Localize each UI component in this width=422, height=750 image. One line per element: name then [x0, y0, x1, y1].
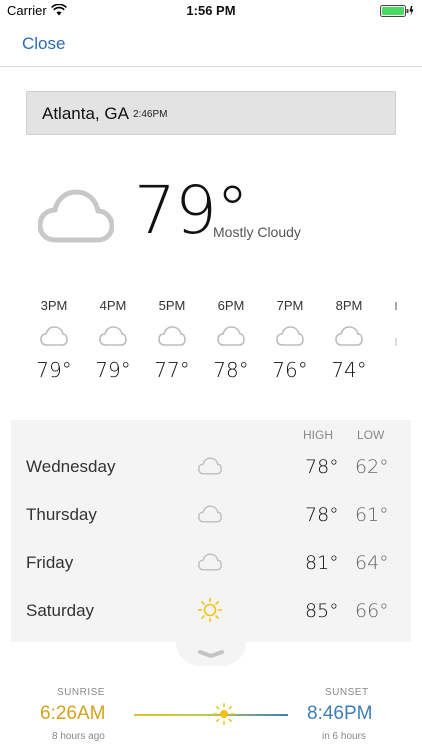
day-low: 66°: [355, 600, 389, 622]
hourly-overflow-indicator: [395, 338, 397, 346]
cloud-icon: [197, 456, 223, 481]
nav-bar: Close: [0, 22, 422, 67]
sun-icon: [197, 597, 223, 628]
location-time: 2:46PM: [133, 109, 168, 120]
location-name: Atlanta, GA: [42, 104, 129, 123]
hour-temperature: 77°: [154, 358, 190, 382]
daily-forecast-panel: HIGH LOW Wednesday 78° 62° Thursday 78° …: [11, 420, 411, 642]
hour-time: 4PM: [99, 298, 127, 313]
day-name: Friday: [26, 553, 74, 572]
day-high: 85°: [305, 600, 339, 622]
chevron-down-icon: [198, 646, 224, 664]
hourly-item: 8PM 74°: [321, 298, 377, 382]
location-header: Atlanta, GA 2:46PM: [26, 91, 396, 135]
cloud-icon: [85, 325, 141, 347]
hourly-forecast[interactable]: 3PM 79° 4PM 79° 5PM 77° 6PM 78° 7PM 76° …: [0, 298, 422, 398]
forecast-row: Wednesday 78° 62°: [11, 442, 411, 488]
close-button[interactable]: Close: [22, 34, 65, 54]
hourly-item: 4PM 79°: [85, 298, 141, 382]
battery-icon: [380, 5, 414, 20]
hour-time: 6PM: [217, 298, 245, 313]
day-high: 78°: [305, 504, 339, 526]
hour-temperature: 79°: [95, 358, 131, 382]
hour-time: 8PM: [335, 298, 363, 313]
day-name: Thursday: [26, 505, 97, 524]
cloud-icon: [203, 325, 259, 347]
sunrise-relative: 8 hours ago: [52, 731, 105, 742]
sunrise-label: SUNRISE: [57, 687, 105, 698]
sunset-time: 8:46PM: [307, 703, 373, 724]
sunset-label: SUNSET: [325, 687, 369, 698]
daylight-progress-line: [134, 714, 288, 716]
hourly-item: 5PM 77°: [144, 298, 200, 382]
forecast-row: Saturday 85° 66°: [11, 586, 411, 632]
hourly-item: 6PM 78°: [203, 298, 259, 382]
cloud-icon: [144, 325, 200, 347]
hour-temperature: 74°: [331, 358, 367, 382]
hour-time: 5PM: [158, 298, 186, 313]
day-high: 78°: [305, 456, 339, 478]
collapse-forecast-button[interactable]: [176, 642, 246, 666]
sunrise-time: 6:26AM: [40, 703, 106, 724]
day-name: Saturday: [26, 601, 95, 620]
hour-temperature: 78°: [213, 358, 249, 382]
cloud-icon: [197, 504, 223, 529]
hour-time: 7PM: [276, 298, 304, 313]
hour-temperature: 76°: [272, 358, 308, 382]
hourly-item: 7PM 76°: [262, 298, 318, 382]
cloud-icon: [26, 325, 82, 347]
forecast-row: Thursday 78° 61°: [11, 490, 411, 536]
current-condition: Mostly Cloudy: [213, 224, 301, 240]
day-low: 61°: [355, 504, 389, 526]
status-bar: Carrier 1:56 PM: [0, 0, 422, 22]
hour-temperature: 79°: [36, 358, 72, 382]
cloud-icon: [197, 552, 223, 577]
status-time: 1:56 PM: [186, 3, 236, 18]
hourly-item: 3PM 79°: [26, 298, 82, 382]
low-column-header: LOW: [357, 428, 385, 442]
hour-time: 3PM: [40, 298, 68, 313]
high-column-header: HIGH: [303, 428, 333, 442]
day-low: 64°: [355, 552, 389, 574]
day-high: 81°: [305, 552, 339, 574]
hourly-overflow-indicator: [395, 302, 397, 310]
day-low: 62°: [355, 456, 389, 478]
day-name: Wednesday: [26, 457, 116, 476]
cloud-icon: [262, 325, 318, 347]
cloud-icon: [37, 188, 115, 249]
sunset-relative: in 6 hours: [322, 731, 366, 742]
sun-position-icon: [212, 702, 236, 731]
forecast-row: Friday 81° 64°: [11, 538, 411, 584]
cloud-icon: [321, 325, 377, 347]
